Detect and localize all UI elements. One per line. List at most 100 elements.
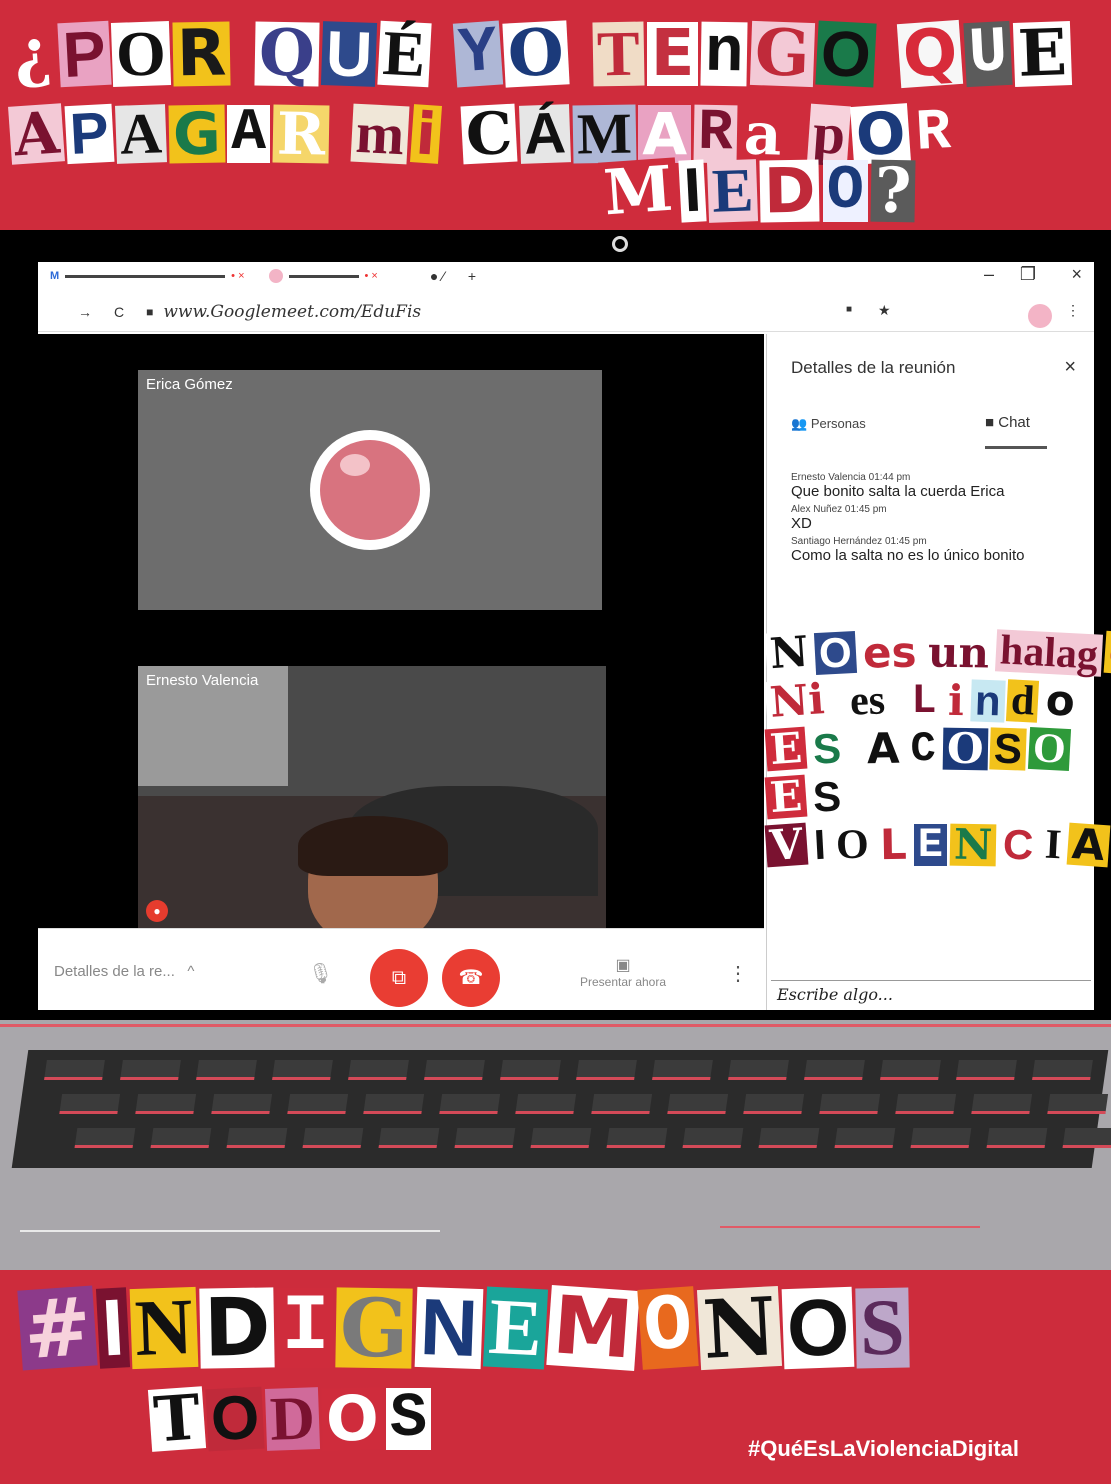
participant-tile-ernesto[interactable]: Ernesto Valencia ●	[138, 666, 606, 928]
microphone-icon[interactable]: 🎙	[308, 961, 333, 986]
camera-off-button[interactable]: ⧉	[370, 949, 428, 1007]
chat-bubble-icon: ■	[985, 414, 995, 431]
ransom-letter: S	[807, 724, 847, 773]
address-bar[interactable]: → C ■ www.Googlemeet.com/EduFis ■ ★ ⋮	[38, 292, 1094, 332]
ransom-letter: G	[749, 15, 815, 92]
maximize-icon[interactable]: ❐	[1020, 264, 1036, 285]
tab-close-icon[interactable]: • ×	[365, 270, 378, 282]
share-icon[interactable]: ■	[846, 304, 852, 315]
keyboard-key	[348, 1060, 409, 1080]
hang-up-button[interactable]: ☎	[442, 949, 500, 1007]
keyboard-key	[530, 1128, 592, 1148]
profile-avatar[interactable]	[1028, 304, 1052, 328]
tab-close-icon[interactable]: • ×	[231, 270, 244, 282]
ransom-letter: #	[17, 1279, 98, 1377]
keyboard-key	[59, 1094, 121, 1114]
minimize-icon[interactable]: –	[984, 264, 994, 285]
ransom-letter: O	[942, 724, 988, 773]
lock-icon: ■	[146, 304, 154, 319]
more-options-icon[interactable]: ⋮	[728, 961, 748, 986]
forward-icon[interactable]: →	[78, 304, 92, 320]
ransom-letter: N	[129, 1283, 199, 1373]
keyboard-key	[287, 1094, 349, 1114]
keyboard-key	[120, 1060, 181, 1080]
avatar-fill	[320, 440, 420, 540]
laptop-keyboard	[0, 1020, 1111, 1270]
chat-message-meta: Santiago Hernández 01:45 pm	[791, 536, 927, 547]
keyboard-key	[606, 1128, 668, 1148]
ransom-letter: P	[56, 17, 111, 91]
participant-tile-erica[interactable]: Erica Gómez	[138, 370, 602, 610]
ransom-letter: I	[277, 1288, 334, 1368]
ransom-letter: C	[998, 820, 1039, 869]
chat-message-meta: Ernesto Valencia 01:44 pm	[791, 472, 911, 483]
keyboard-key	[591, 1094, 653, 1114]
hashtag-line-2: TODOS	[147, 1380, 434, 1457]
ransom-letter: É	[377, 17, 432, 90]
chat-message-meta: Alex Nuñez 01:45 pm	[791, 504, 887, 515]
ransom-letter: o	[1040, 675, 1080, 726]
ransom-chat-line: ES	[764, 771, 1096, 822]
ransom-letter: S	[807, 772, 847, 821]
ransom-letter: es	[845, 677, 891, 725]
ransom-chat-message: N Oes un halag o Ni es Li n d o E S A C O S O E S V I O L E N C I A	[764, 627, 1111, 872]
present-now-button[interactable]: ▣ Presentar ahora	[568, 955, 678, 989]
keyboard-key	[910, 1128, 972, 1148]
panel-title: Detalles de la reunión	[791, 358, 956, 377]
ransom-letter: T	[592, 18, 645, 89]
palm-rest-line	[20, 1230, 440, 1232]
ransom-letter: Q	[897, 15, 964, 93]
meeting-details-toggle[interactable]: Detalles de la re... ^	[54, 963, 194, 980]
tab-people[interactable]: 👥 Personas	[791, 416, 866, 432]
url-text[interactable]: www.Googlemeet.com/EduFis	[163, 302, 421, 322]
ransom-letter: d	[1006, 677, 1040, 725]
keyboard-key	[363, 1094, 425, 1114]
ransom-letter: C	[460, 99, 519, 169]
ransom-letter: N	[949, 820, 997, 869]
keyboard-key	[1062, 1128, 1111, 1148]
close-window-icon[interactable]: ×	[1071, 264, 1082, 285]
ransom-letter: O	[831, 821, 874, 869]
keyboard-key	[74, 1128, 136, 1148]
keyboard-key	[1047, 1094, 1109, 1114]
tab-chat-label: Chat	[998, 414, 1030, 431]
keyboard-key	[150, 1128, 212, 1148]
ransom-letter: O	[502, 15, 570, 92]
ransom-letter: A	[114, 100, 167, 167]
reload-icon[interactable]: C	[114, 304, 124, 320]
ransom-letter: O	[111, 17, 172, 90]
tab-chat[interactable]: ■ Chat	[985, 414, 1030, 431]
browser-tab-2[interactable]: • ×	[257, 269, 390, 283]
keyboard-key	[500, 1060, 561, 1080]
keyboard-key	[834, 1128, 896, 1148]
ransom-letter: E	[764, 723, 808, 774]
ransom-chat-line: N Oes un halag o	[764, 627, 1111, 679]
tab-title-scribble	[288, 274, 359, 278]
chat-input[interactable]: Escribe algo...	[771, 980, 1091, 1008]
ransom-letter: P	[64, 100, 115, 167]
ransom-letter: M	[597, 152, 679, 229]
keyboard-key	[226, 1128, 288, 1148]
ransom-letter: N	[696, 1279, 782, 1377]
chat-message-text: XD	[791, 515, 812, 532]
keyboard-key	[880, 1060, 941, 1080]
ransom-letter: m	[350, 100, 411, 167]
ransom-letter: E	[482, 1283, 548, 1373]
meet-video-stage: Erica Gómez Ernesto Valencia ●	[38, 334, 764, 928]
keyboard-key	[211, 1094, 273, 1114]
bookmark-star-icon[interactable]: ★	[878, 302, 891, 319]
headline-line-3: M I E D O?	[597, 152, 918, 229]
ransom-letter: ?	[870, 154, 916, 227]
palm-rest-line	[720, 1226, 980, 1228]
browser-tab-meet[interactable]: M • ×	[38, 270, 257, 282]
ransom-letter: L	[907, 680, 941, 722]
keyboard-key	[439, 1094, 501, 1114]
ransom-letter: C	[906, 728, 940, 770]
ransom-letter: i	[409, 99, 442, 169]
ransom-letter: un	[923, 627, 993, 678]
key-row	[44, 1060, 1093, 1080]
ransom-letter: N	[414, 1282, 483, 1373]
browser-menu-icon[interactable]: ⋮	[1066, 302, 1080, 319]
new-tab-icon[interactable]: ● ⁄ +	[430, 268, 476, 284]
close-panel-icon[interactable]: ×	[1064, 356, 1076, 379]
